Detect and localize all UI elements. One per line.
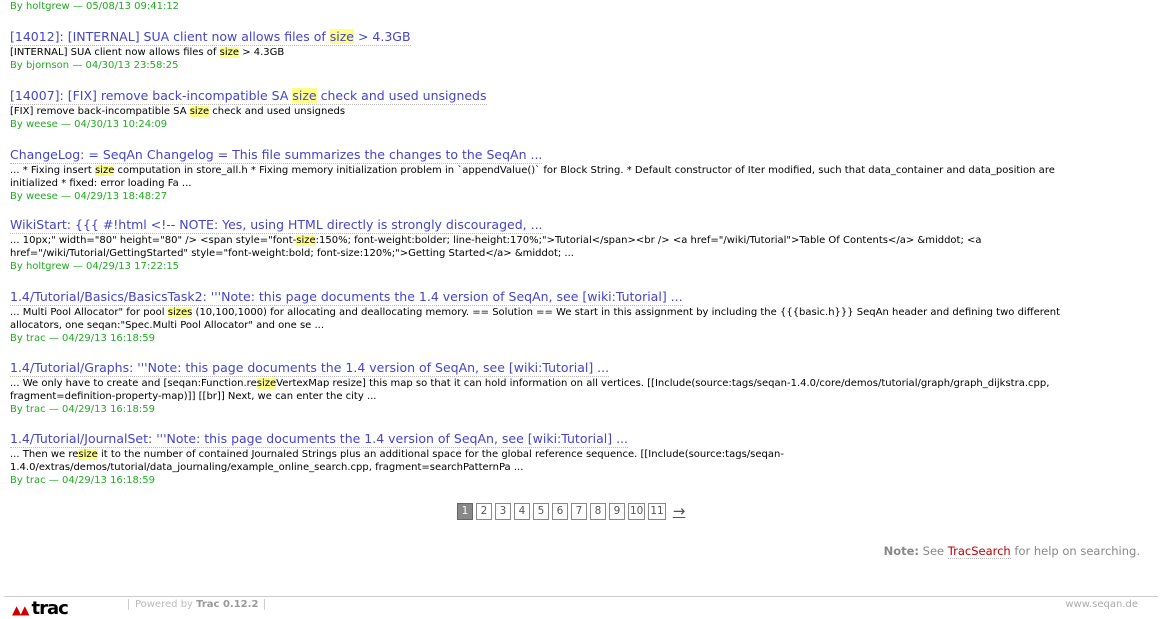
result-title-link[interactable]: 1.4/Tutorial/JournalSet: '''Note: this p… [10,431,628,448]
search-term-highlight: size [219,47,240,58]
page-link[interactable]: 2 [476,502,492,520]
next-page-arrow-icon[interactable]: → [673,502,686,520]
site-url[interactable]: www.seqan.de [1065,599,1138,610]
text-segment: ... Then we re [10,449,79,460]
page-link[interactable]: 11 [648,502,666,520]
text-segment: WikiStart: {{{ #!html <!-- NOTE: Yes, us… [10,217,543,232]
note-label: Note: [883,544,920,558]
powered-by-text: Powered by [135,599,193,610]
search-term-highlight: size [256,378,277,389]
current-page[interactable]: 1 [457,502,473,520]
result-meta: By trac — 04/29/13 16:18:59 [10,404,155,415]
page-link[interactable]: 8 [590,502,606,520]
text-segment: [INTERNAL] SUA client now allows files o… [10,47,220,58]
result-title-link[interactable]: [14007]: [FIX] remove back-incompatible … [10,88,487,105]
pagination: 1 2 3 4 5 6 7 8 9 10 11 → [457,502,685,520]
result-title-link[interactable]: ChangeLog: = SeqAn Changelog = This file… [10,147,543,164]
search-term-highlight: size [296,235,316,246]
result-meta: By weese — 04/29/13 18:48:27 [10,191,168,202]
result-title-link[interactable]: [14012]: [INTERNAL] SUA client now allow… [10,29,411,46]
trac-search-link[interactable]: TracSearch [947,544,1011,559]
text-segment: > 4.3GB [354,29,411,44]
search-note: Note: See TracSearch for help on searchi… [883,544,1140,559]
text-segment: ChangeLog: = SeqAn Changelog = This file… [10,147,543,162]
search-result: [14007]: [FIX] remove back-incompatible … [10,85,1100,131]
result-excerpt: ... We only have to create and [seqan:Fu… [10,377,1100,403]
text-segment: ... 10px;" width="80" height="80" /> <sp… [10,235,297,246]
note-post: for help on searching. [1014,544,1140,558]
text-segment: 1.4/Tutorial/JournalSet: '''Note: this p… [10,431,628,446]
note-pre: See [922,544,945,558]
text-segment: check and used unsigneds [316,88,487,103]
result-meta: By bjornson — 04/30/13 23:58:25 [10,60,179,71]
text-segment: [14012]: [INTERNAL] SUA client now allow… [10,29,330,44]
result-excerpt: ... 10px;" width="80" height="80" /> <sp… [10,234,1100,260]
footer-divider [4,596,1158,597]
search-term-highlight: size [292,88,317,103]
result-excerpt: ... * Fixing insert size computation in … [10,164,1100,190]
search-result: WikiStart: {{{ #!html <!-- NOTE: Yes, us… [10,214,1100,273]
search-result: 1.4/Tutorial/JournalSet: '''Note: this p… [10,428,1100,487]
page-link[interactable]: 4 [514,502,530,520]
top-result-meta: By holtgrew — 05/08/13 09:41:12 [10,1,180,12]
powered-by: Powered by Trac 0.12.2 [128,599,266,610]
text-segment: check and used unsigneds [209,106,346,117]
result-meta: By weese — 04/30/13 10:24:09 [10,119,168,130]
result-excerpt: ... Multi Pool Allocator" for pool sizes… [10,306,1100,332]
search-term-highlight: size [94,165,115,176]
result-meta: By trac — 04/29/13 16:18:59 [10,333,155,344]
result-excerpt: [FIX] remove back-incompatible SA size c… [10,105,1100,118]
result-title-link[interactable]: WikiStart: {{{ #!html <!-- NOTE: Yes, us… [10,217,543,234]
text-segment: > 4.3GB [239,47,285,58]
trac-flame-icon: ▲▲ [12,603,29,617]
search-result: 1.4/Tutorial/Graphs: '''Note: this page … [10,357,1100,416]
text-segment: 1.4/Tutorial/Basics/BasicsTask2: '''Note… [10,289,683,304]
text-segment: ... We only have to create and [seqan:Fu… [10,378,257,389]
result-title-link[interactable]: 1.4/Tutorial/Basics/BasicsTask2: '''Note… [10,289,683,306]
search-result: ChangeLog: = SeqAn Changelog = This file… [10,144,1100,203]
search-term-highlight: size [189,106,210,117]
text-segment: 1.4/Tutorial/Graphs: '''Note: this page … [10,360,610,375]
text-segment: it to the number of contained Journaled … [10,449,784,473]
result-excerpt: [INTERNAL] SUA client now allows files o… [10,46,1100,59]
page-link[interactable]: 5 [533,502,549,520]
page-link[interactable]: 9 [609,502,625,520]
text-segment: ... * Fixing insert [10,165,95,176]
result-title-link[interactable]: 1.4/Tutorial/Graphs: '''Note: this page … [10,360,610,377]
text-segment: computation in store_all.h * Fixing memo… [10,165,1055,189]
page-link[interactable]: 10 [628,502,646,520]
page-link[interactable]: 3 [495,502,511,520]
result-excerpt: ... Then we resize it to the number of c… [10,448,1100,474]
search-term-highlight: size [78,449,98,460]
page-link[interactable]: 7 [571,502,587,520]
search-result: 1.4/Tutorial/Basics/BasicsTask2: '''Note… [10,286,1100,345]
text-segment: [FIX] remove back-incompatible SA [10,106,190,117]
text-segment: [14007]: [FIX] remove back-incompatible … [10,88,293,103]
search-term-highlight: size [329,29,354,44]
search-result: [14012]: [INTERNAL] SUA client now allow… [10,26,1100,72]
text-segment: ... Multi Pool Allocator" for pool [10,307,168,318]
result-meta: By holtgrew — 04/29/13 17:22:15 [10,261,180,272]
page-link[interactable]: 6 [552,502,568,520]
result-meta: By trac — 04/29/13 16:18:59 [10,475,155,486]
search-term-highlight: sizes [167,307,193,318]
trac-version-link[interactable]: Trac 0.12.2 [196,599,258,610]
